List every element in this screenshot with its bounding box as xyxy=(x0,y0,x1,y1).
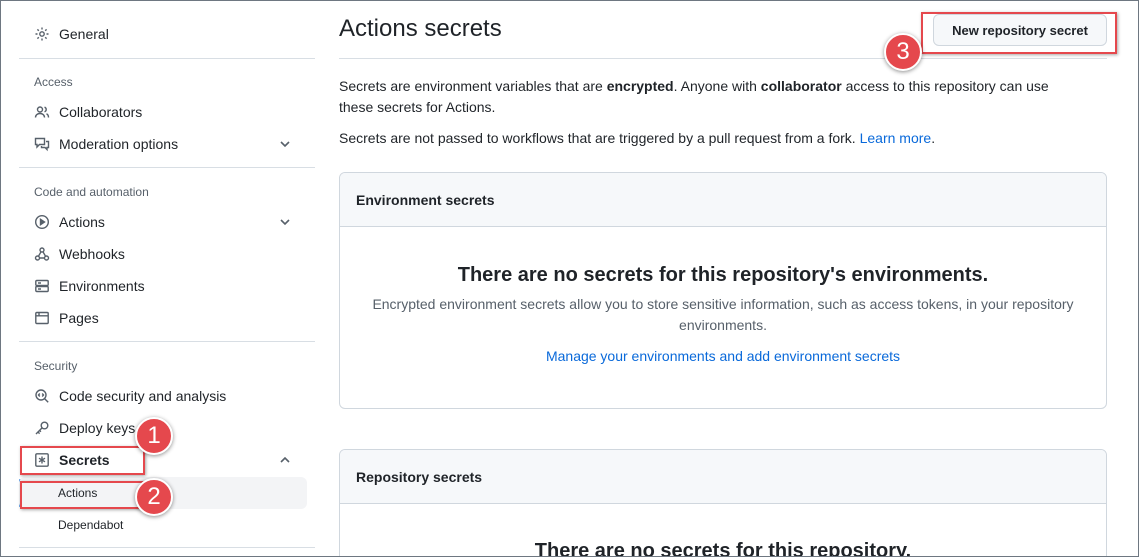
sidebar-subitem-dependabot[interactable]: Dependabot xyxy=(19,509,307,541)
chevron-down-icon[interactable] xyxy=(277,136,293,152)
sidebar-item-label: Webhooks xyxy=(59,246,125,262)
sidebar-divider xyxy=(19,341,315,342)
key-icon xyxy=(33,419,51,437)
sidebar-item-collaborators[interactable]: Collaborators xyxy=(19,97,309,127)
codescan-icon xyxy=(33,387,51,405)
sidebar-divider xyxy=(19,58,315,59)
server-icon xyxy=(33,277,51,295)
step-badge-2: 2 xyxy=(135,478,173,516)
sidebar-group-security: Security xyxy=(34,359,78,373)
sidebar-group-code-automation: Code and automation xyxy=(34,185,149,199)
page-title: Actions secrets xyxy=(339,15,502,42)
sidebar-item-moderation-options[interactable]: Moderation options xyxy=(19,129,309,159)
sidebar-item-label: General xyxy=(59,26,109,42)
step-badge-3: 3 xyxy=(884,33,922,71)
sidebar-item-code-security-analysis[interactable]: Code security and analysis xyxy=(19,381,309,411)
repository-secrets-box: Repository secrets There are no secrets … xyxy=(339,449,1107,557)
sidebar-item-actions[interactable]: Actions xyxy=(19,207,309,237)
repository-secrets-empty-title: There are no secrets for this repository… xyxy=(534,540,912,557)
fork-note-paragraph: Secrets are not passed to workflows that… xyxy=(339,130,936,146)
comment-discussion-icon xyxy=(33,135,51,153)
highlight-secrets xyxy=(20,446,145,475)
sidebar-item-environments[interactable]: Environments xyxy=(19,271,309,301)
sidebar-divider xyxy=(19,167,315,168)
repository-secrets-header: Repository secrets xyxy=(340,450,1106,504)
sidebar-item-pages[interactable]: Pages xyxy=(19,303,309,333)
sidebar-divider xyxy=(19,547,315,548)
sidebar-item-label: Pages xyxy=(59,310,99,326)
sidebar-item-label: Environments xyxy=(59,278,145,294)
people-icon xyxy=(33,103,51,121)
intro-paragraph: Secrets are environment variables that a… xyxy=(339,78,1049,115)
chevron-up-icon[interactable] xyxy=(277,452,293,468)
environment-secrets-empty-desc: Encrypted environment secrets allow you … xyxy=(372,296,1074,333)
chevron-down-icon[interactable] xyxy=(277,214,293,230)
browser-icon xyxy=(33,309,51,327)
manage-environments-link-text[interactable]: Manage your environments and add environ… xyxy=(546,348,900,364)
main-content: Actions secrets New repository secret Se… xyxy=(339,0,1107,557)
step-badge-1: 1 xyxy=(135,417,173,455)
sidebar-item-label: Moderation options xyxy=(59,136,179,152)
webhook-icon xyxy=(33,245,51,263)
gear-icon xyxy=(33,25,51,43)
learn-more-link[interactable]: Learn more xyxy=(860,130,932,146)
environment-secrets-empty-title: There are no secrets for this repository… xyxy=(457,264,989,286)
highlight-actions xyxy=(20,481,151,509)
environment-secrets-header: Environment secrets xyxy=(340,173,1106,227)
environment-secrets-box: Environment secrets There are no secrets… xyxy=(339,172,1107,409)
sidebar-item-webhooks[interactable]: Webhooks xyxy=(19,239,309,269)
sidebar-item-label: Collaborators xyxy=(59,104,143,120)
highlight-new-secret xyxy=(921,12,1117,54)
sidebar-group-access: Access xyxy=(34,75,73,89)
manage-environments-link: Manage your environments and add environ… xyxy=(340,348,1106,364)
title-divider xyxy=(339,58,1107,59)
play-icon xyxy=(33,213,51,231)
sidebar-item-label: Deploy keys xyxy=(59,420,136,436)
sidebar-item-label: Code security and analysis xyxy=(59,388,227,404)
sidebar-item-general[interactable]: General xyxy=(19,19,309,49)
sidebar-item-label: Actions xyxy=(59,214,105,230)
